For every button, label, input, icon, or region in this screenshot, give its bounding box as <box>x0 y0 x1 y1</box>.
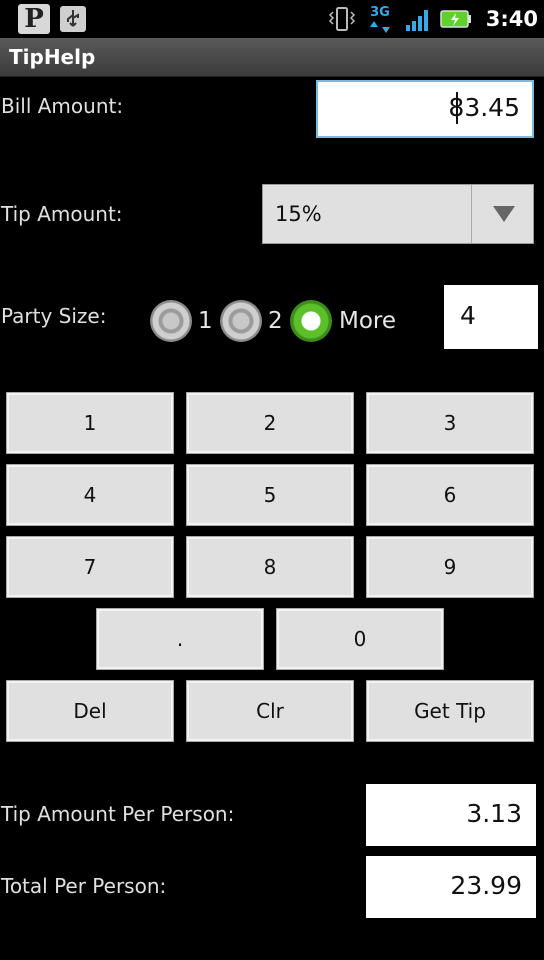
bill-amount-input[interactable]: 83.45 <box>316 80 534 138</box>
tip-amount-label: Tip Amount: <box>1 202 123 226</box>
signal-icon <box>406 10 428 31</box>
key-5-button[interactable]: 5 <box>186 464 354 526</box>
party-size-input[interactable]: 4 <box>444 285 538 349</box>
party-radio-more[interactable] <box>290 300 332 342</box>
text-caret <box>456 92 458 124</box>
app-title: TipHelp <box>9 45 96 69</box>
tip-percent-spinner[interactable]: 15% <box>262 184 534 244</box>
get-tip-button[interactable]: Get Tip <box>366 680 534 742</box>
3g-icon: 3G <box>370 5 390 33</box>
bill-amount-label: Bill Amount: <box>1 94 124 118</box>
svg-text:3G: 3G <box>370 5 390 20</box>
status-bar: P 3G 3:40 <box>0 0 544 38</box>
party-size-label: Party Size: <box>1 304 107 328</box>
app-title-bar: TipHelp <box>0 38 544 77</box>
key-1-button[interactable]: 1 <box>6 392 174 454</box>
tip-percent-value: 15% <box>275 202 322 226</box>
key-6-button[interactable]: 6 <box>366 464 534 526</box>
party-radio-1-label[interactable]: 1 <box>198 300 213 342</box>
party-radio-1[interactable] <box>150 300 192 342</box>
tip-per-person-label: Tip Amount Per Person: <box>1 802 235 826</box>
key-9-button[interactable]: 9 <box>366 536 534 598</box>
key-8-button[interactable]: 8 <box>186 536 354 598</box>
vibrate-icon <box>328 7 356 31</box>
key-7-button[interactable]: 7 <box>6 536 174 598</box>
key-3-button[interactable]: 3 <box>366 392 534 454</box>
key-decimal-button[interactable]: . <box>96 608 264 670</box>
total-per-person-output[interactable]: 23.99 <box>366 856 536 918</box>
bill-amount-value: 83.45 <box>448 93 520 122</box>
party-radio-2-label[interactable]: 2 <box>268 300 283 342</box>
clear-button[interactable]: Clr <box>186 680 354 742</box>
spinner-divider <box>471 185 472 243</box>
tip-per-person-output[interactable]: 3.13 <box>366 784 536 846</box>
key-0-button[interactable]: 0 <box>276 608 444 670</box>
key-4-button[interactable]: 4 <box>6 464 174 526</box>
pandora-icon: P <box>18 4 50 34</box>
key-2-button[interactable]: 2 <box>186 392 354 454</box>
party-radio-2[interactable] <box>220 300 262 342</box>
chevron-down-icon <box>493 206 515 222</box>
battery-charging-icon <box>440 10 471 28</box>
status-clock: 3:40 <box>485 7 538 31</box>
total-per-person-label: Total Per Person: <box>1 874 167 898</box>
party-radio-more-label[interactable]: More <box>339 300 396 342</box>
delete-button[interactable]: Del <box>6 680 174 742</box>
usb-icon <box>60 6 86 32</box>
